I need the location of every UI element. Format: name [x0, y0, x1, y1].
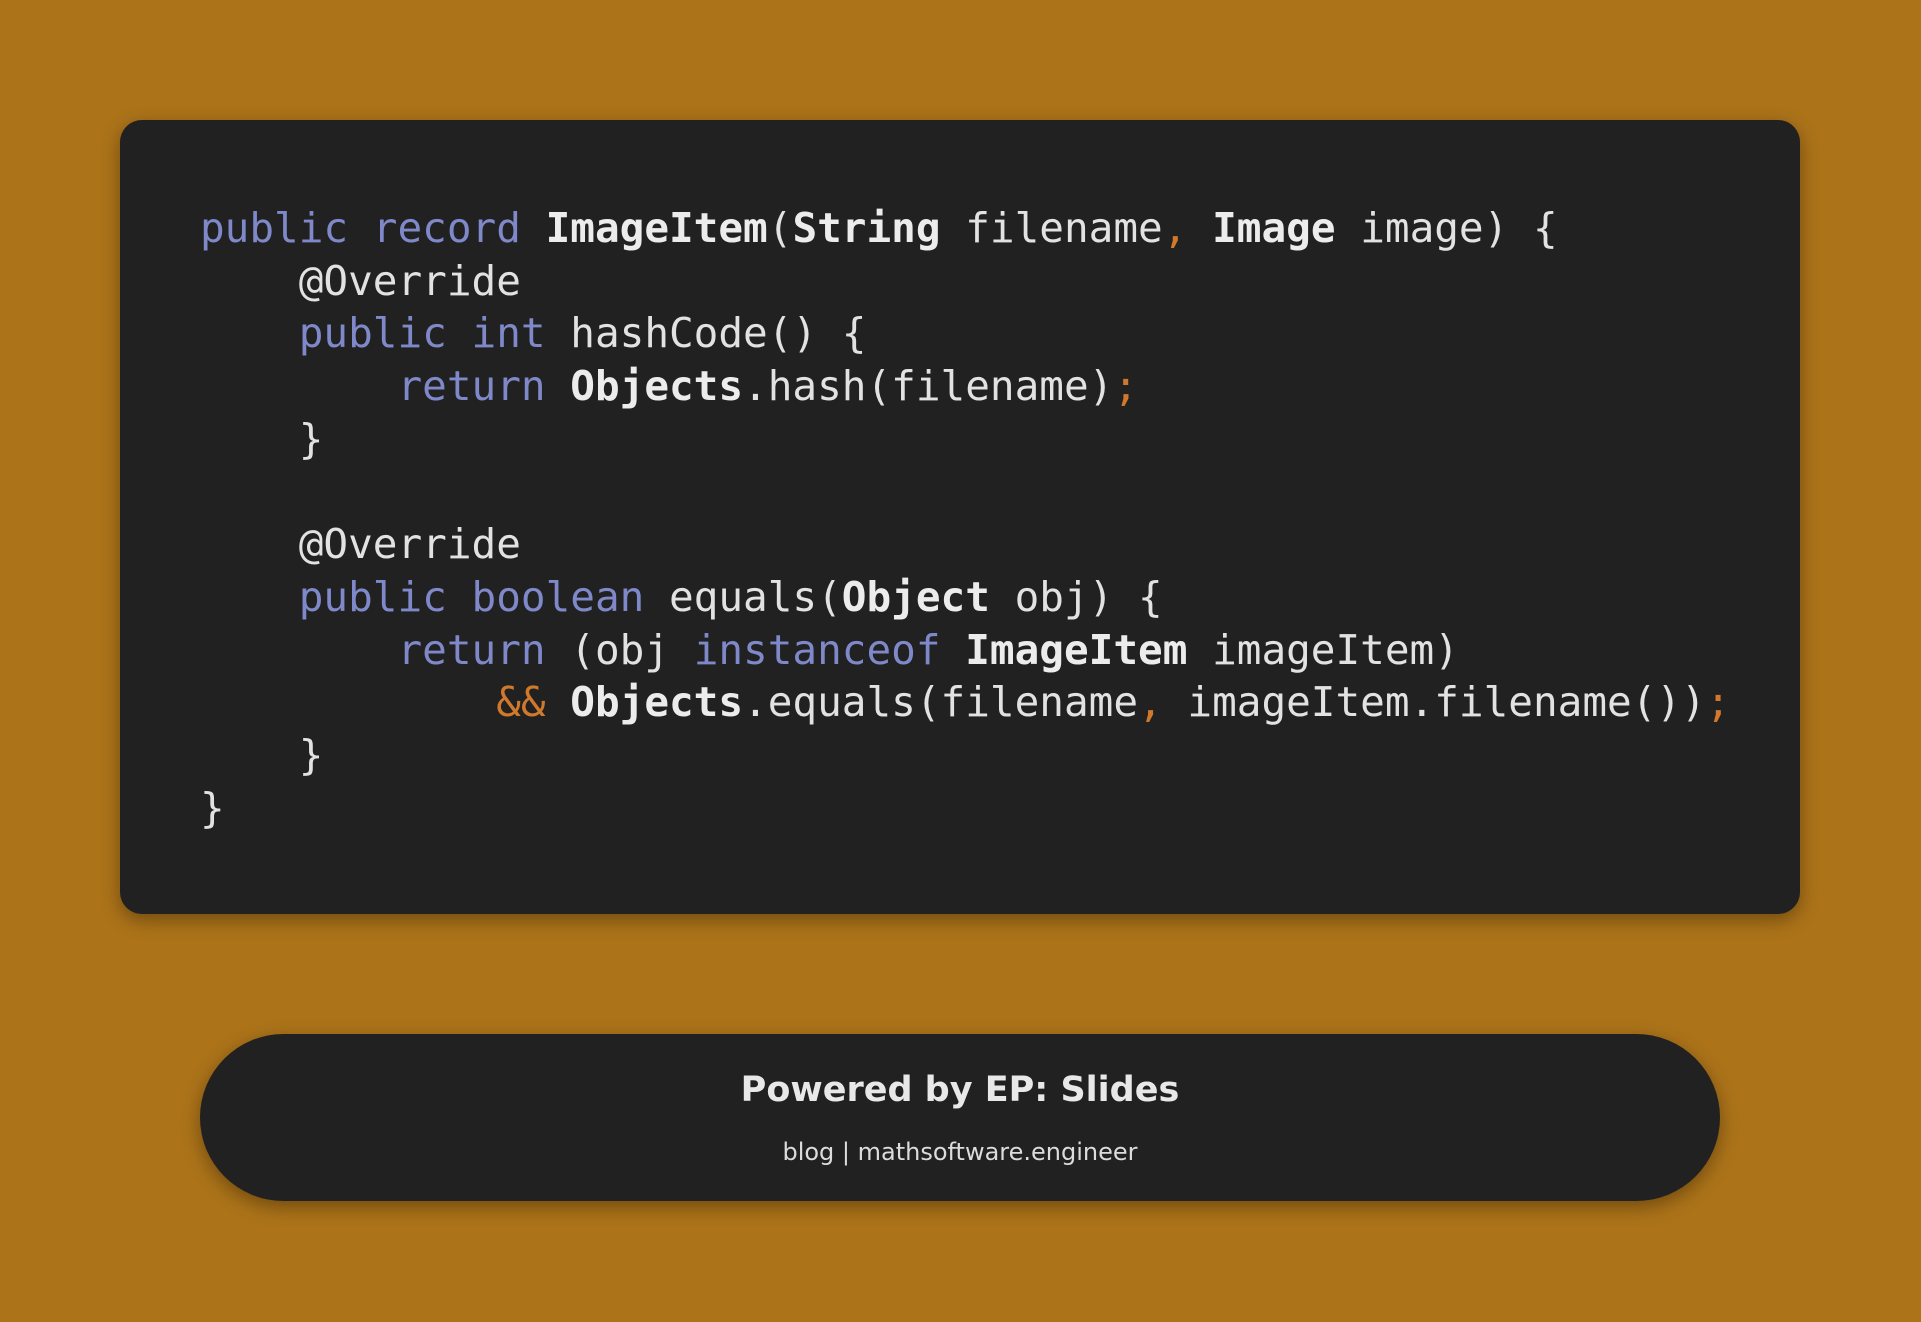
code-line: public boolean equals(Object obj) { [200, 571, 1730, 624]
code-line: } [200, 729, 1730, 782]
code-token: .equals(filename [743, 678, 1139, 727]
footer-subtitle: blog | mathsoftware.engineer [782, 1138, 1138, 1166]
code-token: instanceof [693, 625, 966, 674]
code-token: equals( [669, 572, 842, 621]
code-line: public int hashCode() { [200, 307, 1730, 360]
code-token: @Override [200, 256, 521, 305]
code-token: && [200, 678, 571, 727]
code-token: hashCode() { [570, 309, 867, 358]
code-token: obj) { [989, 572, 1163, 621]
code-token: imageItem) [1187, 625, 1459, 674]
code-token: ImageItem [545, 204, 768, 252]
code-token: , [1162, 204, 1213, 252]
code-token: ; [1113, 362, 1139, 411]
code-token: @Override [200, 520, 521, 569]
code-card: public record ImageItem(String filename,… [120, 120, 1800, 914]
code-token: return [200, 362, 571, 411]
code-token: String [792, 204, 941, 252]
footer-title: Powered by EP: Slides [740, 1070, 1180, 1110]
code-line: @Override [200, 518, 1730, 571]
code-token: } [200, 783, 225, 832]
code-line: @Override [200, 255, 1730, 308]
code-token: , [1138, 678, 1188, 727]
footer-banner: Powered by EP: Slides blog | mathsoftwar… [200, 1034, 1720, 1201]
code-token: } [200, 730, 324, 779]
code-token: ImageItem [965, 625, 1188, 674]
code-token: Objects [570, 678, 744, 727]
code-token: ( [767, 204, 793, 252]
code-token: return [200, 625, 571, 674]
code-token: Objects [570, 362, 744, 411]
code-token: .hash(filename) [743, 362, 1114, 411]
code-token: public int [200, 309, 571, 358]
code-token: Image [1212, 204, 1336, 252]
code-line: public record ImageItem(String filename,… [200, 202, 1730, 255]
code-line: return (obj instanceof ImageItem imageIt… [200, 624, 1730, 677]
code-token: Object [841, 572, 990, 621]
code-token: ; [1705, 678, 1731, 727]
code-line: && Objects.equals(filename, imageItem.fi… [200, 676, 1730, 729]
code-line: } [200, 413, 1730, 466]
code-line: return Objects.hash(filename); [200, 360, 1730, 413]
code-line: } [200, 782, 1730, 835]
code-token: imageItem.filename()) [1187, 678, 1706, 727]
code-token: } [200, 414, 324, 463]
code-token: public record [200, 204, 546, 252]
code-token: public boolean [200, 572, 669, 621]
code-token: image) { [1335, 204, 1558, 252]
code-token: filename [940, 204, 1163, 252]
code-token: (obj [570, 625, 694, 674]
code-block: public record ImageItem(String filename,… [200, 202, 1730, 834]
